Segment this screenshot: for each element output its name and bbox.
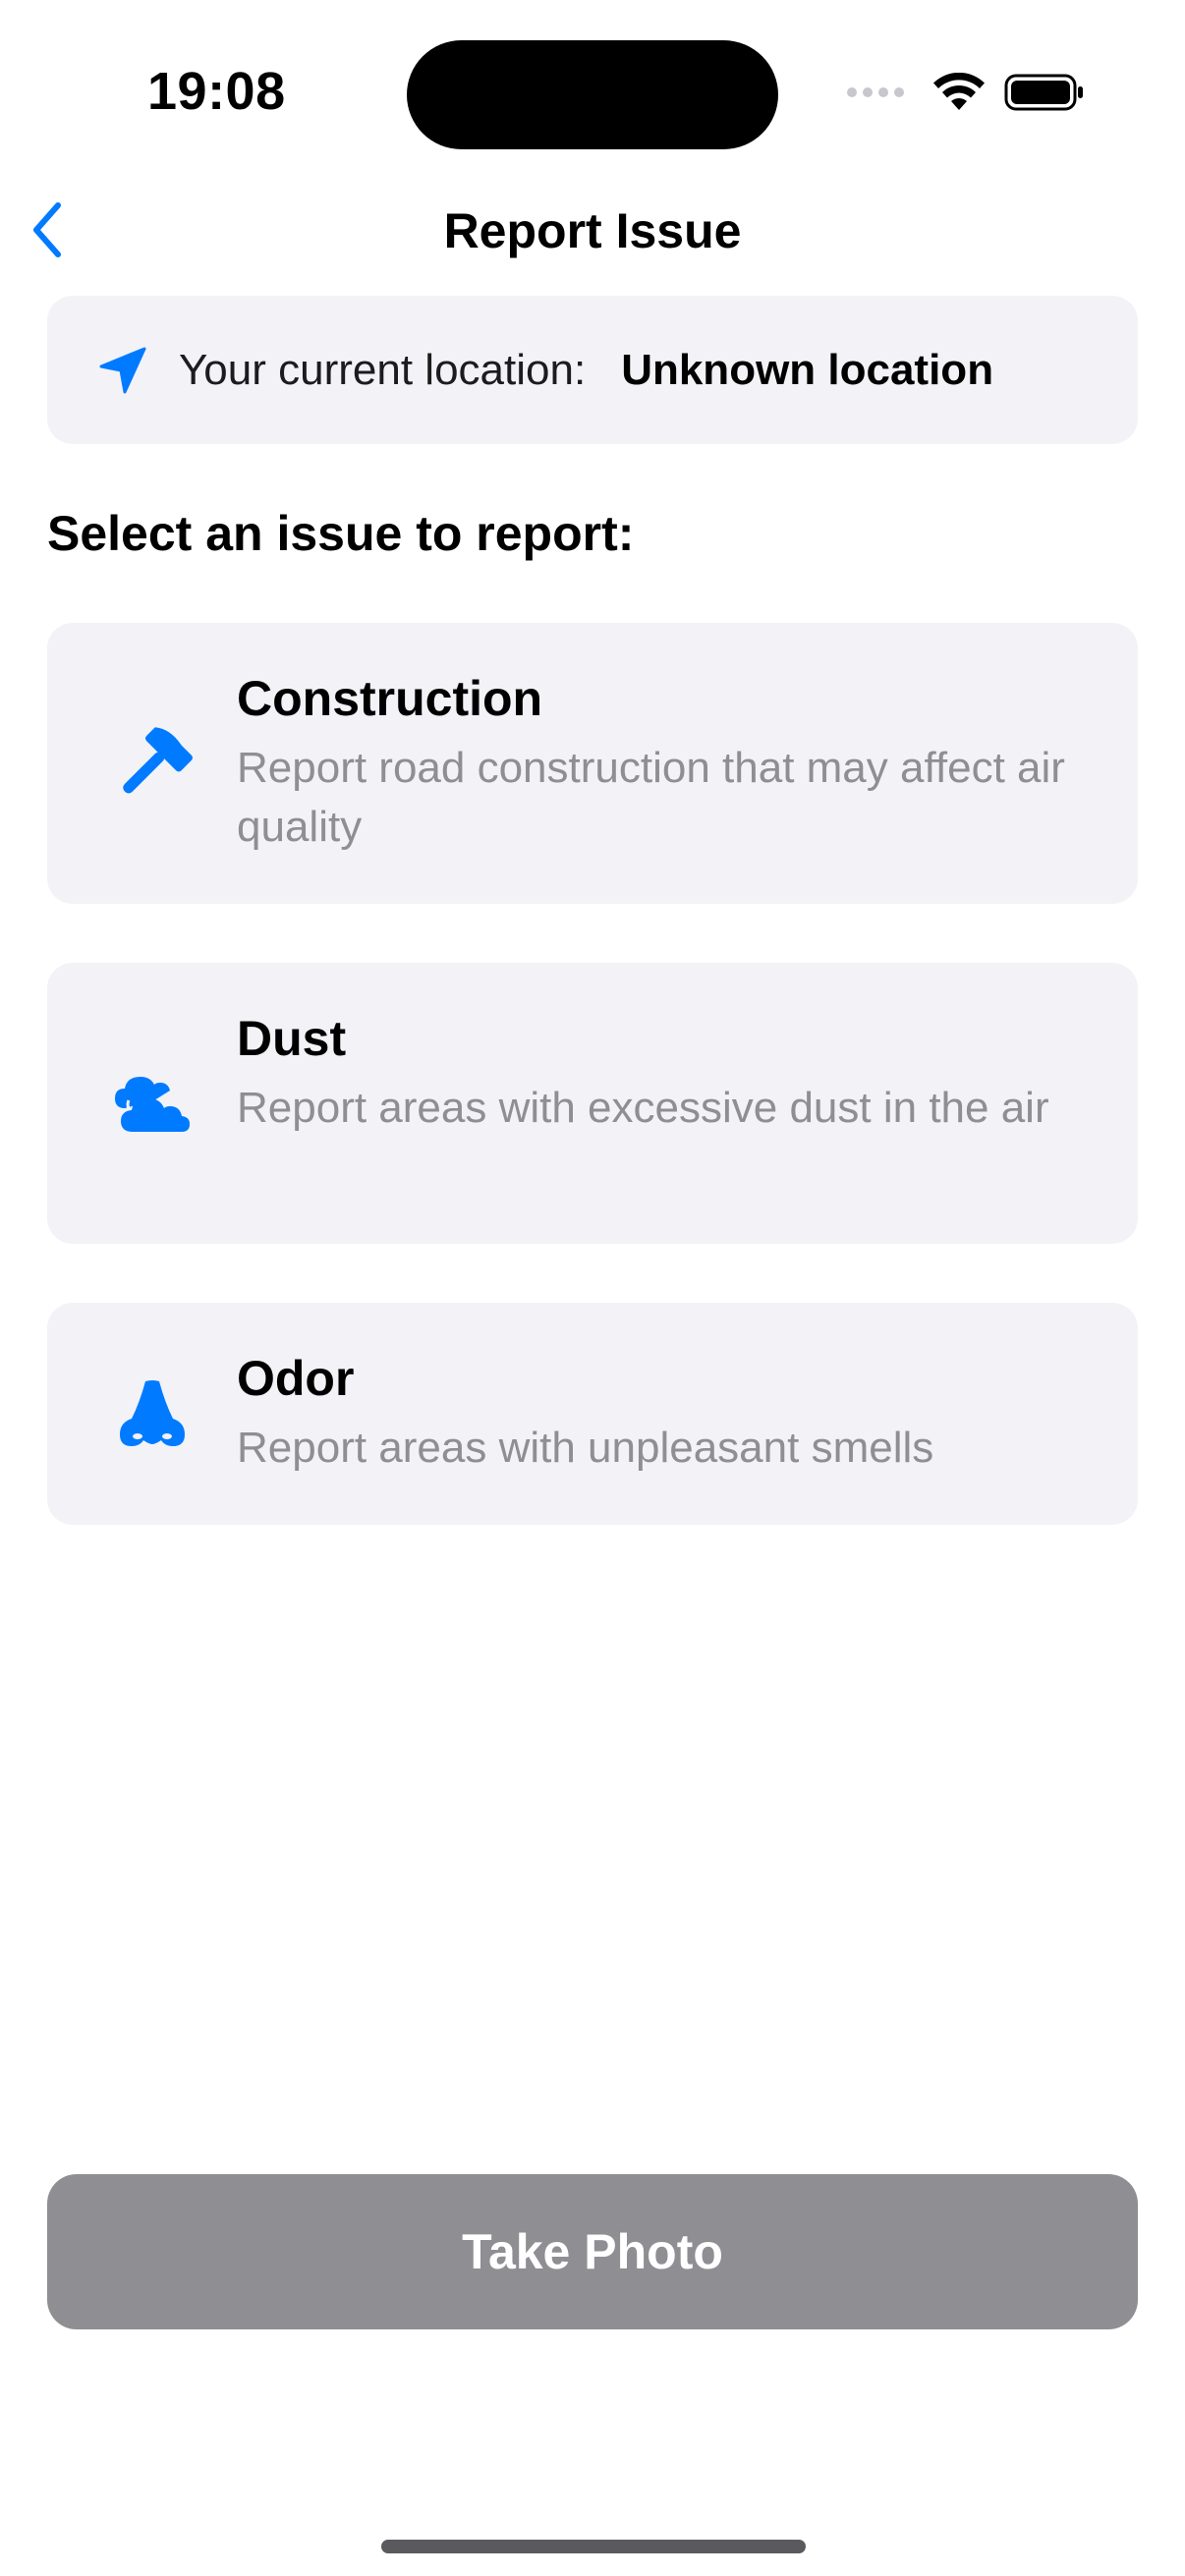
home-indicator[interactable]: [381, 2540, 806, 2553]
location-arrow-icon: [94, 342, 151, 399]
status-indicators: [847, 73, 1085, 112]
dynamic-island: [407, 40, 778, 149]
status-time: 19:08: [147, 62, 286, 121]
section-heading: Select an issue to report:: [47, 506, 635, 561]
page-title: Report Issue: [443, 203, 742, 258]
issue-description: Report road construction that may affect…: [237, 744, 1065, 851]
issue-description: Report areas with unpleasant smells: [237, 1424, 934, 1472]
issue-title: Dust: [237, 1011, 347, 1066]
battery-icon: [1004, 74, 1083, 111]
issue-card-dust[interactable]: Dust Report areas with excessive dust in…: [47, 963, 1138, 1244]
cellular-signal-icon: [847, 87, 904, 97]
issue-title: Construction: [237, 671, 543, 726]
location-label: Your current location:: [179, 345, 587, 394]
issue-card-construction[interactable]: Construction Report road construction th…: [47, 623, 1138, 904]
location-value: Unknown location: [621, 345, 994, 394]
location-card: Your current location: Unknown location: [47, 296, 1138, 444]
issue-title: Odor: [237, 1351, 355, 1406]
issue-description: Report areas with excessive dust in the …: [237, 1084, 1049, 1132]
take-photo-button[interactable]: Take Photo: [47, 2174, 1138, 2329]
issue-card-odor[interactable]: Odor Report areas with unpleasant smells: [47, 1303, 1138, 1525]
cloud-icon: [108, 1059, 197, 1148]
hammer-icon: [108, 719, 197, 808]
wifi-icon: [933, 73, 985, 110]
nose-icon: [108, 1370, 197, 1458]
